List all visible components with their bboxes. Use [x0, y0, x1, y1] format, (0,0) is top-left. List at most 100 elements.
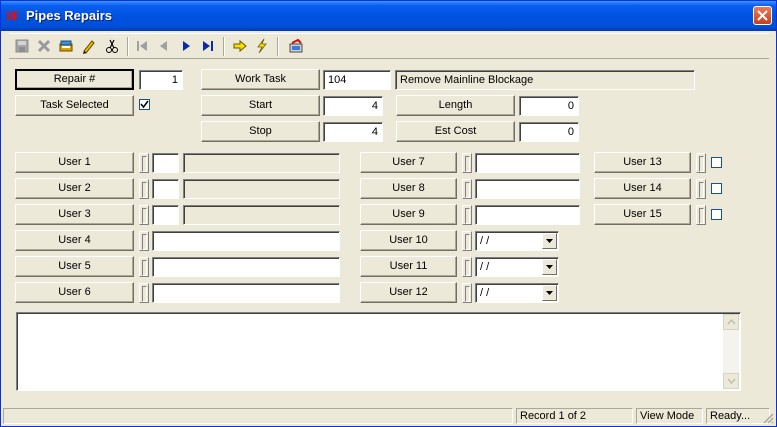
scroll-up-button[interactable] [723, 314, 739, 330]
user-1-button[interactable]: User 1 [15, 152, 134, 173]
resize-grip-icon[interactable] [762, 412, 774, 424]
repair-number-button[interactable]: Repair # [15, 69, 134, 90]
close-button[interactable] [753, 6, 772, 25]
user-4-button[interactable]: User 4 [15, 230, 134, 251]
refresh-button[interactable] [287, 37, 306, 56]
save-button[interactable] [13, 37, 32, 56]
goto-button[interactable] [231, 37, 250, 56]
status-state: Ready... [706, 408, 770, 424]
user-11-date-picker[interactable]: / / [475, 257, 559, 277]
edit-button[interactable] [79, 37, 98, 56]
user-9-handle[interactable] [462, 205, 472, 225]
user-6-field[interactable] [152, 283, 340, 303]
user-10-handle[interactable] [462, 231, 472, 251]
checkmark-icon [140, 100, 149, 109]
user-14-button[interactable]: User 14 [594, 178, 691, 199]
user-3-handle[interactable] [139, 205, 149, 225]
scroll-down-button[interactable] [723, 373, 739, 389]
user-13-handle[interactable] [696, 153, 706, 173]
user-7-field[interactable] [475, 153, 580, 173]
toolbar-separator [223, 37, 225, 56]
user-2-handle[interactable] [139, 179, 149, 199]
start-button[interactable]: Start [201, 95, 320, 116]
status-bar: Record 1 of 2 View Mode Ready... [1, 406, 776, 426]
book-button[interactable] [57, 37, 76, 56]
task-selected-button[interactable]: Task Selected [15, 95, 134, 116]
chevron-up-icon [727, 319, 736, 325]
user-2-button[interactable]: User 2 [15, 178, 134, 199]
user-3-field[interactable] [152, 205, 179, 225]
user-12-button[interactable]: User 12 [360, 282, 457, 303]
run-button[interactable] [253, 37, 272, 56]
cut-button[interactable] [103, 37, 122, 56]
user-3-button[interactable]: User 3 [15, 204, 134, 225]
app-icon: RF [6, 8, 20, 23]
user-4-field[interactable] [152, 231, 340, 251]
status-record: Record 1 of 2 [516, 408, 633, 424]
repair-number-field[interactable]: 1 [139, 70, 183, 90]
first-record-icon [137, 41, 147, 51]
user-1-description [183, 153, 340, 173]
user-5-button[interactable]: User 5 [15, 256, 134, 277]
user-11-button[interactable]: User 11 [360, 256, 457, 277]
user-2-description [183, 179, 340, 199]
last-record-button[interactable] [199, 37, 218, 56]
next-record-button[interactable] [177, 37, 196, 56]
user-13-button[interactable]: User 13 [594, 152, 691, 173]
length-field[interactable]: 0 [519, 96, 579, 116]
user-10-date-picker[interactable]: / / [475, 231, 559, 251]
user-7-handle[interactable] [462, 153, 472, 173]
user-13-checkbox[interactable] [711, 157, 722, 168]
first-record-button[interactable] [133, 37, 152, 56]
task-selected-checkbox[interactable] [139, 99, 150, 110]
user-8-handle[interactable] [462, 179, 472, 199]
book-icon [59, 40, 73, 52]
user-15-handle[interactable] [696, 205, 706, 225]
user-10-button[interactable]: User 10 [360, 230, 457, 251]
notes-textarea[interactable] [16, 312, 741, 391]
user-1-handle[interactable] [139, 153, 149, 173]
user-5-handle[interactable] [139, 257, 149, 277]
length-button[interactable]: Length [396, 95, 515, 116]
user-1-field[interactable] [152, 153, 179, 173]
user-15-button[interactable]: User 15 [594, 204, 691, 225]
user-8-field[interactable] [475, 179, 580, 199]
user-12-date-value: / / [480, 287, 490, 299]
title-bar[interactable]: RF Pipes Repairs [1, 1, 776, 31]
start-field[interactable]: 4 [323, 96, 383, 116]
user-6-button[interactable]: User 6 [15, 282, 134, 303]
user-2-field[interactable] [152, 179, 179, 199]
delete-button[interactable] [35, 37, 54, 56]
user-5-field[interactable] [152, 257, 340, 277]
est-cost-button[interactable]: Est Cost [396, 121, 515, 142]
user-9-field[interactable] [475, 205, 580, 225]
chevron-down-icon [546, 291, 553, 295]
stop-button[interactable]: Stop [201, 121, 320, 142]
user-14-checkbox[interactable] [711, 183, 722, 194]
user-12-handle[interactable] [462, 283, 472, 303]
work-task-button[interactable]: Work Task [201, 69, 320, 90]
scissors-icon [106, 39, 118, 53]
user-4-handle[interactable] [139, 231, 149, 251]
user-15-checkbox[interactable] [711, 209, 722, 220]
work-task-description-field: Remove Mainline Blockage [395, 70, 695, 90]
previous-record-button[interactable] [155, 37, 174, 56]
user-12-dropdown-button[interactable] [542, 285, 557, 301]
work-task-code-field[interactable]: 104 [323, 70, 391, 90]
previous-record-icon [160, 41, 167, 51]
user-7-button[interactable]: User 7 [360, 152, 457, 173]
user-11-handle[interactable] [462, 257, 472, 277]
est-cost-field[interactable]: 0 [519, 122, 579, 142]
user-8-button[interactable]: User 8 [360, 178, 457, 199]
stop-field[interactable]: 4 [323, 122, 383, 142]
user-12-date-picker[interactable]: / / [475, 283, 559, 303]
notes-scrollbar[interactable] [723, 314, 739, 389]
user-3-description [183, 205, 340, 225]
user-9-button[interactable]: User 9 [360, 204, 457, 225]
user-6-handle[interactable] [139, 283, 149, 303]
user-11-dropdown-button[interactable] [542, 259, 557, 275]
close-icon [757, 10, 768, 21]
user-10-dropdown-button[interactable] [542, 233, 557, 249]
toolbar-separator [127, 37, 129, 56]
user-14-handle[interactable] [696, 179, 706, 199]
